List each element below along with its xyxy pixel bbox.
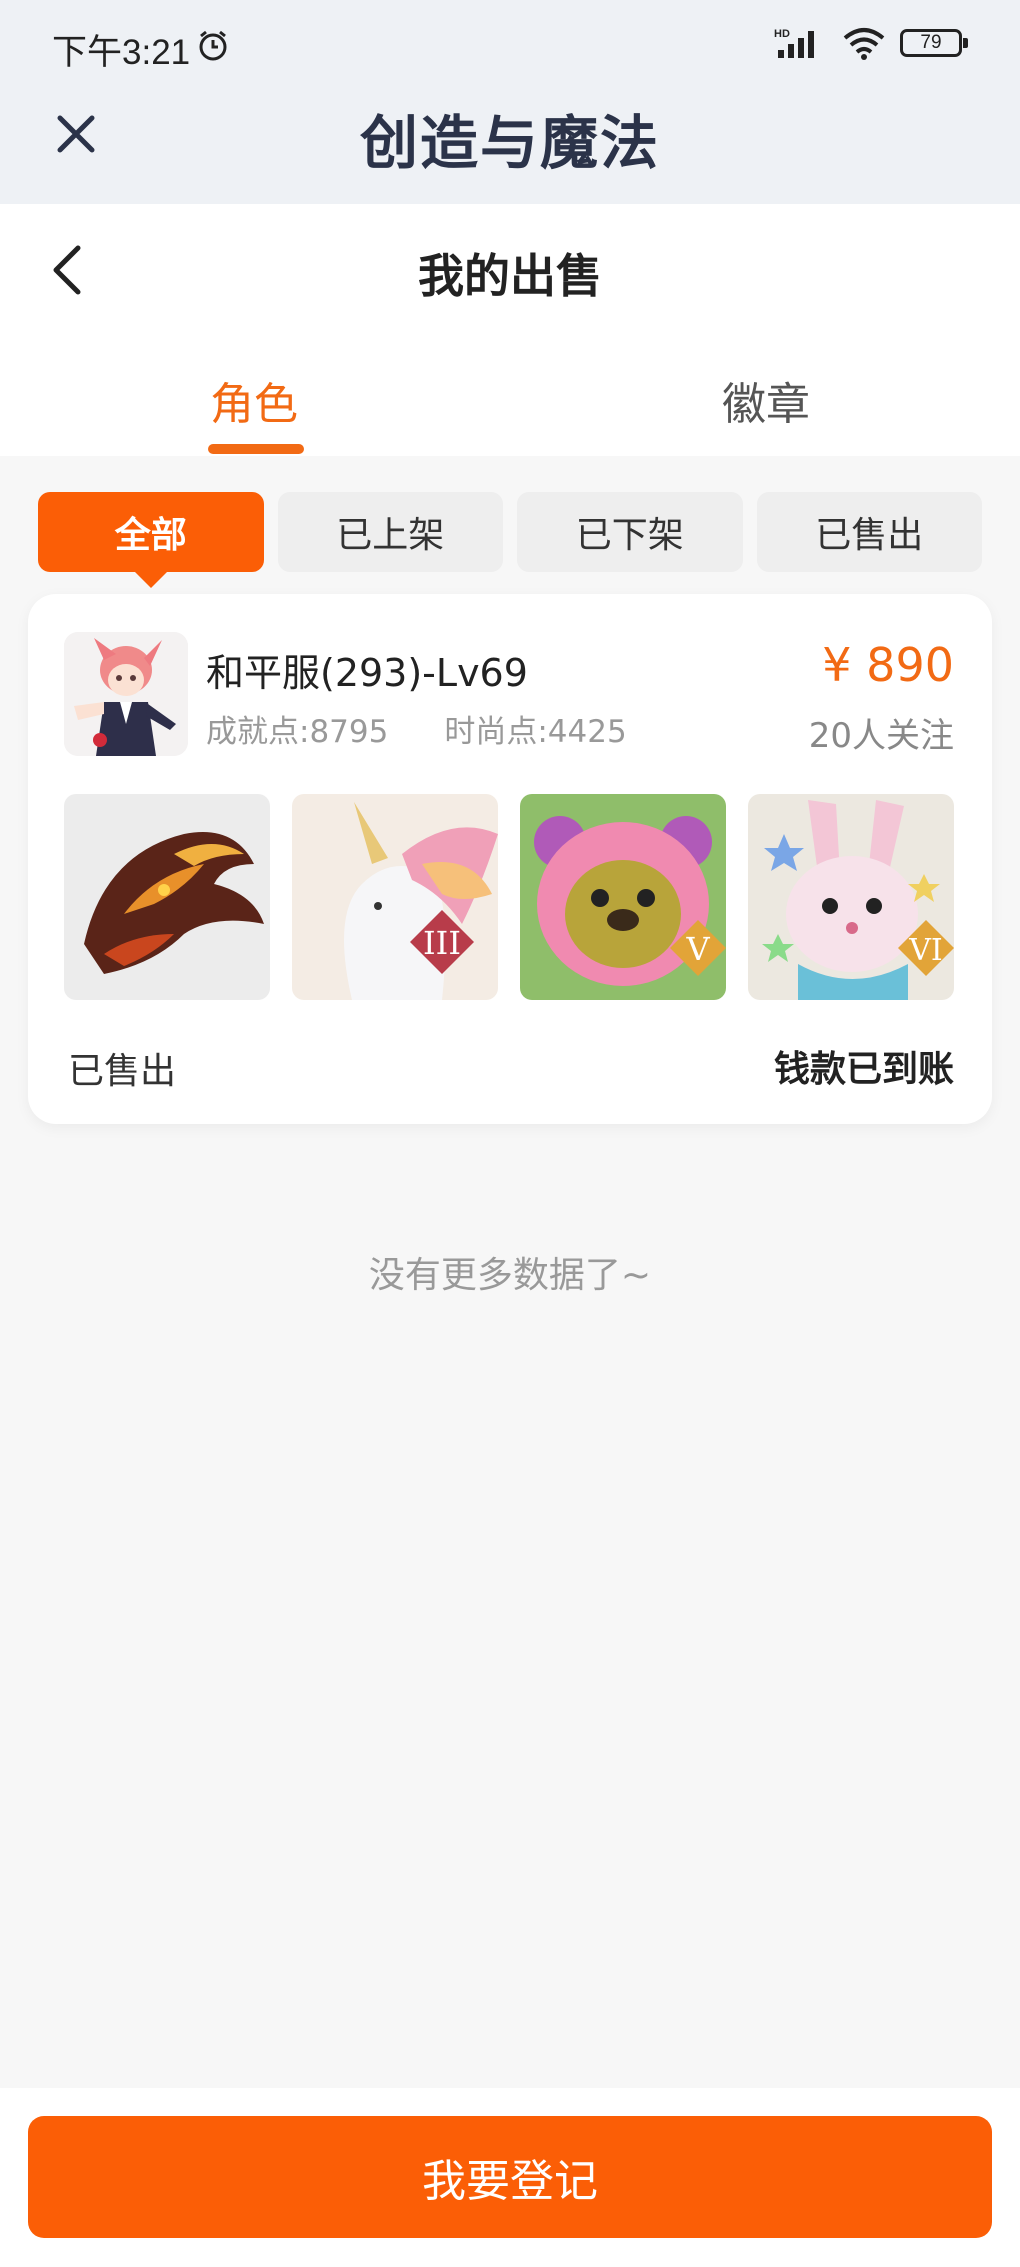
bunny-image: VI [748, 794, 954, 1000]
tab-role[interactable]: 角色 [204, 368, 304, 432]
achievement-points: 成就点:8795 [206, 714, 389, 750]
fashion-points: 时尚点:4425 [444, 714, 627, 750]
item-thumb-bunny[interactable]: VI [748, 794, 954, 1000]
item-thumb-dragon[interactable] [64, 794, 270, 1000]
active-tab-indicator [208, 444, 304, 454]
unicorn-level: III [423, 924, 461, 962]
character-name: 和平服(293)-Lv69 [206, 651, 528, 695]
status-time: 下午3:21 [52, 33, 191, 72]
status-indicators: HD 79 [774, 26, 968, 60]
app-top-bar: 下午3:21 HD 79 创造与魔法 [0, 0, 1020, 204]
page-title: 我的出售 [418, 249, 602, 303]
alarm-clock-icon [199, 30, 227, 61]
listing-status: 已售出 [68, 1051, 177, 1092]
register-button[interactable]: 我要登记 [28, 2116, 992, 2238]
item-thumb-bear[interactable]: V [520, 794, 726, 1000]
character-avatar [64, 632, 188, 756]
end-of-list-note: 没有更多数据了~ [368, 1255, 652, 1296]
tab-badge[interactable]: 徽章 [716, 368, 816, 432]
fire-dragon-image [64, 794, 270, 1000]
status-filter-bar: 全部 已上架 已下架 已售出 [38, 492, 982, 588]
app-title: 创造与魔法 [359, 109, 660, 177]
network-type: HD [774, 28, 790, 40]
wifi-icon [843, 28, 885, 60]
page-header: 我的出售 角色 徽章 [0, 204, 1020, 456]
bottom-action-bar: 我要登记 [0, 2088, 1020, 2267]
pink-bear-image: V [520, 794, 726, 1000]
bunny-level: VI [908, 933, 943, 968]
filter-sold[interactable]: 已售出 [756, 492, 982, 572]
item-thumb-unicorn[interactable]: III [292, 794, 498, 1000]
listing-card[interactable]: 和平服(293)-Lv69 成就点:8795 时尚点:4425 ¥ 890 20… [28, 594, 992, 1124]
character-avatar-image [64, 632, 188, 756]
follower-count: 20人关注 [808, 716, 954, 756]
payment-status: 钱款已到账 [773, 1049, 954, 1090]
price: ¥ 890 [822, 638, 954, 692]
signal-icon: HD [774, 28, 814, 58]
filter-all[interactable]: 全部 [38, 492, 264, 588]
bear-level: V [685, 930, 710, 968]
battery-indicator: 79 [900, 29, 968, 57]
character-stats: 成就点:8795 时尚点:4425 [206, 706, 627, 751]
item-thumbnails: III V VI [64, 794, 954, 1000]
filter-listed[interactable]: 已上架 [277, 492, 503, 572]
filter-delisted[interactable]: 已下架 [517, 492, 743, 572]
unicorn-image: III [292, 794, 498, 1000]
